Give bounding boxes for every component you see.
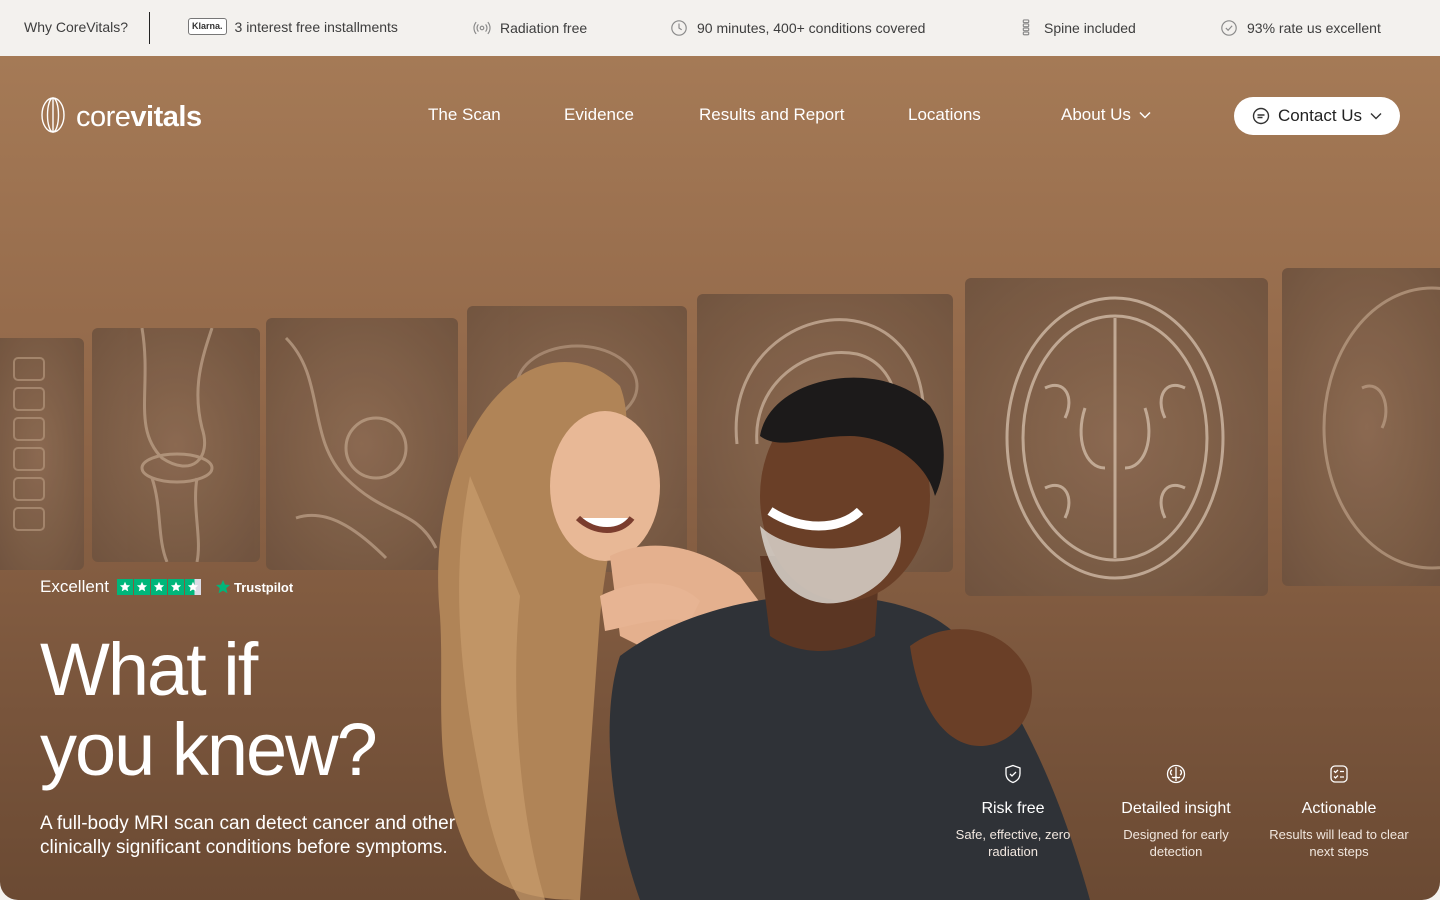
trustpilot-label: Trustpilot — [233, 579, 294, 595]
rating-label: 93% rate us excellent — [1247, 20, 1381, 36]
why-corevitals-link[interactable]: Why CoreVitals? — [24, 19, 128, 35]
chevron-down-icon — [1139, 111, 1151, 119]
trustpilot-stars — [116, 579, 201, 595]
hero-headline-line1: What if — [40, 628, 258, 711]
feature-actionable: Actionable Results will lead to clear ne… — [1264, 764, 1414, 860]
nav-evidence[interactable]: Evidence — [564, 105, 634, 125]
mri-panel-brain-axial — [965, 278, 1268, 596]
trustpilot-rating[interactable]: Excellent Trustpilot — [40, 577, 293, 597]
check-circle-icon — [1219, 18, 1239, 38]
spine-item: Spine included — [1016, 18, 1136, 38]
announcement-bar: Why CoreVitals? Klarna. 3 interest free … — [0, 0, 1440, 56]
hero-headline-line2: you knew? — [40, 708, 378, 791]
feature-risk-free: Risk free Safe, effective, zero radiatio… — [938, 764, 1088, 860]
rating-item: 93% rate us excellent — [1219, 18, 1381, 38]
spine-label: Spine included — [1044, 20, 1136, 36]
divider — [149, 12, 150, 44]
hero-subheadline: A full-body MRI scan can detect cancer a… — [40, 813, 456, 858]
clock-icon — [669, 18, 689, 38]
checklist-icon — [1264, 764, 1414, 784]
star-icon — [150, 579, 167, 595]
feature-description: Safe, effective, zero radiation — [955, 827, 1071, 859]
mri-panel-pelvis — [266, 318, 458, 570]
nav-results-and-report[interactable]: Results and Report — [699, 105, 845, 125]
feature-title: Detailed insight — [1121, 800, 1231, 817]
hero-headline: What if you knew? — [40, 630, 440, 790]
duration-item: 90 minutes, 400+ conditions covered — [669, 18, 925, 38]
trustpilot-star-icon — [215, 580, 230, 594]
radiation-free-icon — [472, 18, 492, 38]
trustpilot-brand: Trustpilot — [215, 579, 293, 595]
mri-panel-knee — [92, 328, 260, 562]
feature-description: Designed for early detection — [1123, 827, 1229, 859]
nav-about-us-label: About Us — [1061, 105, 1131, 124]
nav-the-scan[interactable]: The Scan — [428, 105, 501, 125]
mri-panel-brain-partial — [1282, 268, 1440, 586]
klarna-badge: Klarna. — [188, 18, 227, 35]
star-icon — [167, 579, 184, 595]
installments-item: Klarna. 3 interest free installments — [188, 18, 398, 35]
half-star-icon — [184, 579, 201, 595]
feature-description: Results will lead to clear next steps — [1269, 827, 1409, 859]
star-icon — [133, 579, 150, 595]
contact-us-button[interactable]: Contact Us — [1234, 97, 1400, 135]
nav-about-us[interactable]: About Us — [1061, 105, 1151, 125]
trustpilot-rating-word: Excellent — [40, 577, 109, 596]
feature-title: Risk free — [981, 800, 1045, 817]
chevron-down-icon — [1370, 113, 1382, 120]
shield-check-icon — [938, 764, 1088, 784]
spine-icon — [1016, 18, 1036, 38]
star-icon — [116, 579, 133, 595]
installments-label: 3 interest free installments — [234, 18, 398, 35]
feature-title: Actionable — [1301, 800, 1377, 817]
duration-label: 90 minutes, 400+ conditions covered — [697, 20, 926, 36]
mri-panel-skull-top — [467, 306, 687, 572]
feature-detailed-insight: Detailed insight Designed for early dete… — [1101, 764, 1251, 860]
nav-locations[interactable]: Locations — [908, 105, 981, 125]
radiation-free-item: Radiation free — [472, 18, 587, 38]
chat-bubble-icon — [1252, 107, 1270, 125]
hero-section: corevitals The Scan Evidence Results and… — [0, 56, 1440, 900]
contact-us-label: Contact Us — [1277, 106, 1363, 125]
radiation-free-label: Radiation free — [500, 20, 588, 36]
main-navigation: The Scan Evidence Results and Report Loc… — [0, 105, 1440, 129]
mri-panel-head-sagittal — [697, 294, 953, 572]
brain-icon — [1101, 764, 1251, 784]
mri-panel-spine — [0, 338, 84, 570]
